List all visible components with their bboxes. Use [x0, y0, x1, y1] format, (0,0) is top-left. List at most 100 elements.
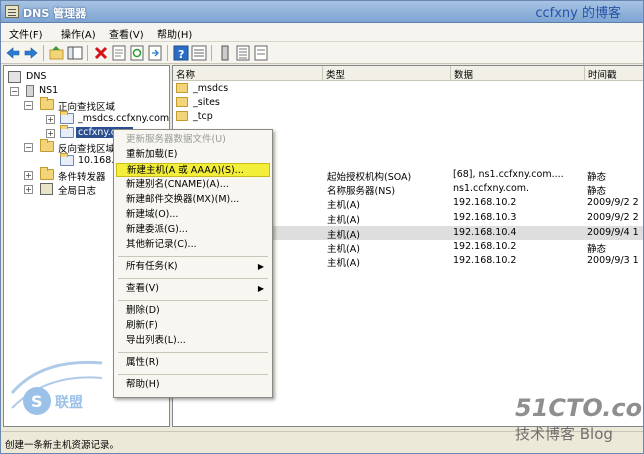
context-menu: 更新服务器数据文件(U) 重新加载(E) 新建主机(A 或 AAAA)(S)... 新…	[113, 129, 273, 398]
cell-data: ns1.ccfxny.com.	[453, 183, 530, 194]
list-icon[interactable]	[235, 45, 251, 61]
tree-label: 10.168.	[78, 155, 115, 166]
menu-item-label: 所有任务(K)	[126, 261, 178, 272]
brand-watermark: 51CTO.com	[515, 394, 643, 422]
column-header-type[interactable]: 类型	[323, 66, 451, 81]
menu-item[interactable]: 操作(A)	[61, 26, 96, 41]
cell-data: [68], ns1.ccfxny.com....	[453, 169, 564, 180]
server-icon[interactable]	[217, 45, 233, 61]
alliance-watermark-logo: S 联盟	[10, 360, 103, 415]
refresh-icon[interactable]	[129, 45, 145, 61]
tree-label: NS1	[39, 85, 59, 96]
folder-icon	[176, 83, 188, 93]
column-header-name[interactable]: 名称	[173, 66, 323, 81]
menu-item-label: 其他新记录(C)...	[126, 239, 197, 250]
table-row[interactable]: _msdcs	[173, 82, 643, 96]
toolbar-separator	[43, 45, 44, 61]
collapse-icon[interactable]: −	[24, 101, 33, 110]
cell-data: 192.168.10.4	[453, 227, 517, 238]
cell-data: 192.168.10.2	[453, 255, 517, 266]
context-menu-item[interactable]: 新建域(O)...	[116, 208, 270, 222]
collapse-icon[interactable]: −	[24, 143, 33, 152]
toolbar-separator	[211, 45, 212, 61]
context-menu-item[interactable]: 删除(D)	[116, 304, 270, 318]
blog-watermark-top: ccfxny 的博客	[535, 6, 621, 21]
tree-label: 全局日志	[58, 186, 97, 197]
filter-icon[interactable]	[253, 45, 269, 61]
tree-label: 条件转发器	[58, 172, 106, 183]
zone-icon	[60, 153, 74, 166]
context-menu-item[interactable]: 新建主机(A 或 AAAA)(S)...	[116, 163, 270, 177]
context-menu-item: 更新服务器数据文件(U)	[116, 133, 270, 147]
expand-icon[interactable]: +	[46, 129, 55, 138]
context-menu-item[interactable]: 新建别名(CNAME)(A)...	[116, 178, 270, 192]
submenu-arrow-icon: ▶	[257, 262, 264, 271]
menu-separator	[118, 256, 268, 257]
toolbar-separator	[167, 45, 168, 61]
table-row[interactable]: _sites	[173, 96, 643, 110]
window-title: DNS 管理器	[23, 7, 87, 20]
menu-item-label: 更新服务器数据文件(U)	[126, 134, 226, 145]
alliance-watermark-text: 联盟	[55, 395, 83, 411]
up-folder-icon[interactable]	[49, 45, 65, 61]
back-icon[interactable]	[5, 45, 21, 61]
console-tree-icon[interactable]	[67, 45, 83, 61]
context-menu-item[interactable]: 新建委派(G)...	[116, 223, 270, 237]
dns-root-icon	[8, 71, 21, 83]
collapse-icon[interactable]: −	[10, 87, 19, 96]
folder-icon	[176, 111, 188, 121]
menu-item[interactable]: 查看(V)	[109, 26, 144, 41]
cell-time: 2009/9/2 2	[587, 197, 639, 208]
context-menu-item[interactable]: 其他新记录(C)...	[116, 238, 270, 252]
expand-icon[interactable]: +	[46, 115, 55, 124]
cell-time: 2009/9/2 2	[587, 212, 639, 223]
svg-text:S: S	[31, 392, 43, 411]
menu-item-label: 删除(D)	[126, 305, 160, 316]
submenu-arrow-icon: ▶	[257, 284, 264, 293]
cell-type: 主机(A)	[327, 200, 360, 211]
menu-item-label: 新建主机(A 或 AAAA)(S)...	[127, 165, 244, 176]
cell-type: 名称服务器(NS)	[327, 186, 396, 197]
cell-data: 192.168.10.2	[453, 197, 517, 208]
cell-type: 起始授权机构(SOA)	[327, 172, 412, 183]
blog-watermark: 技术博客 Blog	[515, 425, 613, 443]
menu-item-label: 导出列表(L)...	[126, 335, 186, 346]
cell-data: 192.168.10.2	[453, 241, 517, 252]
zone-icon	[60, 125, 74, 138]
menu-item[interactable]: 文件(F)	[9, 26, 43, 41]
folder-icon	[40, 167, 54, 180]
table-row[interactable]: _tcp	[173, 110, 643, 124]
cell-time: 2009/9/3 1	[587, 255, 639, 266]
context-menu-item[interactable]: 帮助(H)	[116, 378, 270, 392]
cell-time: 静态	[587, 244, 607, 255]
zone-icon	[60, 111, 74, 124]
menu-item-label: 属性(R)	[126, 357, 160, 368]
detail-view-icon[interactable]	[191, 45, 207, 61]
menu-item-label: 查看(V)	[126, 283, 159, 294]
context-menu-item[interactable]: 所有任务(K) ▶	[116, 260, 270, 274]
expand-icon[interactable]: +	[24, 185, 33, 194]
context-menu-item[interactable]: 新建邮件交换器(MX)(M)...	[116, 193, 270, 207]
menu-separator	[118, 300, 268, 301]
tree-label: _msdcs.ccfxny.com	[78, 113, 170, 124]
expand-icon[interactable]: +	[24, 171, 33, 180]
menu-item-label: 新建别名(CNAME)(A)...	[126, 179, 229, 190]
context-menu-item[interactable]: 属性(R)	[116, 356, 270, 370]
context-menu-item[interactable]: 重新加载(E)	[116, 148, 270, 162]
tree-label: DNS	[26, 71, 47, 82]
status-text: 创建一条新主机资源记录。	[5, 440, 120, 451]
help-icon[interactable]: ?	[173, 45, 189, 61]
delete-icon[interactable]	[93, 45, 109, 61]
column-header-data[interactable]: 数据	[451, 66, 585, 81]
context-menu-item[interactable]: 刷新(F)	[116, 319, 270, 333]
context-menu-item[interactable]: 查看(V) ▶	[116, 282, 270, 296]
export-list-icon[interactable]	[147, 45, 163, 61]
properties-icon[interactable]	[111, 45, 127, 61]
cell-name: _msdcs	[193, 83, 229, 94]
folder-icon	[40, 139, 54, 152]
menu-item[interactable]: 帮助(H)	[157, 26, 192, 41]
column-header-timestamp[interactable]: 时间戳	[585, 66, 643, 81]
forward-icon[interactable]	[23, 45, 39, 61]
title-bar[interactable]: DNS 管理器 ccfxny 的博客	[1, 1, 643, 23]
context-menu-item[interactable]: 导出列表(L)...	[116, 334, 270, 348]
